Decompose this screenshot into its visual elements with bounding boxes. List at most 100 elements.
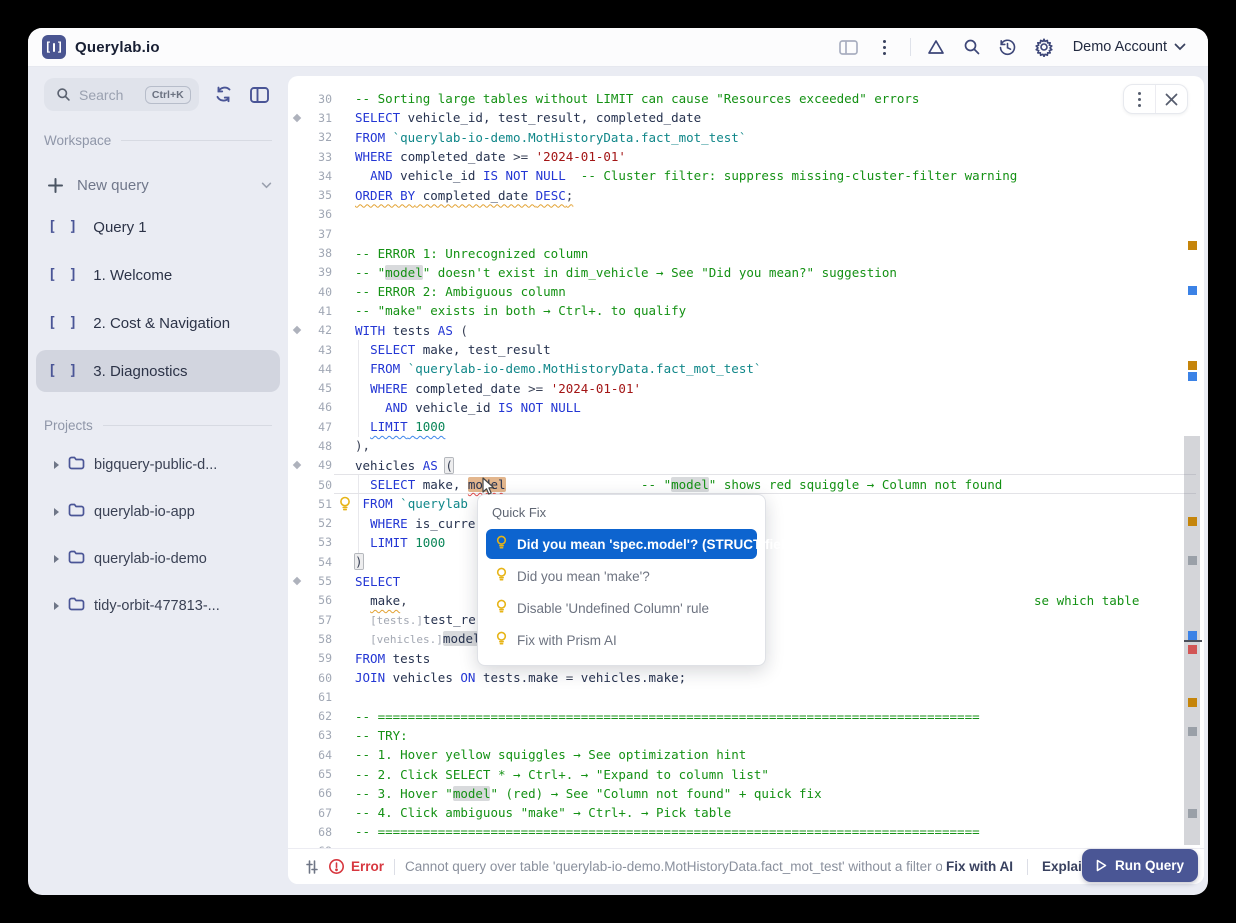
code-text: -- TRY: — [355, 728, 408, 743]
search-shortcut-badge: Ctrl+K — [145, 86, 191, 104]
ruler-mark-gr — [1188, 556, 1197, 565]
code-line[interactable]: 64-- 1. Hover yellow squiggles → See opt… — [288, 745, 1178, 764]
search-input[interactable]: Search Ctrl+K — [44, 78, 199, 111]
ruler-mark-or — [1188, 517, 1197, 526]
code-line[interactable]: 68 -- ===================================… — [288, 822, 1178, 841]
history-icon[interactable] — [993, 32, 1023, 62]
code-text: FROM `querylab-io-demo.MotHistoryData.fa… — [355, 361, 761, 376]
code-text: ORDER BY completed_date DESC; — [355, 188, 573, 203]
line-number: 68 — [306, 825, 332, 839]
code-line[interactable]: 62-- ===================================… — [288, 707, 1178, 726]
layout-panel-icon[interactable] — [834, 32, 864, 62]
line-number: 63 — [306, 728, 332, 742]
project-item[interactable]: querylab-io-app — [44, 488, 272, 535]
line-number: 66 — [306, 786, 332, 800]
code-text: make,se which table — [355, 593, 408, 608]
gutter-marker — [288, 462, 306, 468]
line-number: 30 — [306, 92, 332, 106]
sidebar-item-2-cost-navigation[interactable]: [ ]2. Cost & Navigation — [36, 302, 280, 344]
chevron-down-icon — [1174, 43, 1186, 51]
code-line[interactable]: 36 — [288, 205, 1178, 224]
project-item[interactable]: querylab-io-demo — [44, 535, 272, 582]
code-line[interactable]: 63 -- TRY: — [288, 726, 1178, 745]
quickfix-item[interactable]: Disable 'Undefined Column' rule — [486, 593, 757, 623]
code-line[interactable]: 67-- 4. Click ambiguous "make" → Ctrl+. … — [288, 803, 1178, 822]
code-line[interactable]: 37 — [288, 224, 1178, 243]
status-bar: Error Cannot query over table 'querylab-… — [288, 848, 1204, 884]
code-editor[interactable]: 30-- Sorting large tables without LIMIT … — [288, 89, 1178, 848]
kebab-menu-icon[interactable] — [870, 32, 900, 62]
code-line[interactable]: 33WHERE completed_date >= '2024-01-01' — [288, 147, 1178, 166]
code-line[interactable]: 46 AND vehicle_id IS NOT NULL — [288, 398, 1178, 417]
project-item[interactable]: tidy-orbit-477813-... — [44, 582, 272, 629]
line-number: 39 — [306, 265, 332, 279]
code-line[interactable]: 61 — [288, 687, 1178, 706]
code-line[interactable]: 48), — [288, 436, 1178, 455]
alerts-icon[interactable] — [921, 32, 951, 62]
project-item[interactable]: bigquery-public-d... — [44, 441, 272, 488]
code-text: WHERE completed_date >= '2024-01-01' — [355, 381, 641, 396]
quickfix-label: Did you mean 'make'? — [517, 569, 650, 584]
line-number: 59 — [306, 651, 332, 665]
caret-right-icon[interactable] — [54, 508, 59, 516]
code-line[interactable]: 35ORDER BY completed_date DESC; — [288, 185, 1178, 204]
refresh-icon[interactable] — [211, 82, 236, 108]
code-line[interactable]: 30-- Sorting large tables without LIMIT … — [288, 89, 1178, 108]
code-line[interactable]: 66-- 3. Hover "model" (red) → See "Colum… — [288, 784, 1178, 803]
code-line[interactable]: 31SELECT vehicle_id, test_result, comple… — [288, 108, 1178, 127]
code-line[interactable]: 44 FROM `querylab-io-demo.MotHistoryData… — [288, 359, 1178, 378]
sidebar-item-3-diagnostics[interactable]: [ ]3. Diagnostics — [36, 350, 280, 392]
fix-with-ai-button[interactable]: Fix with AI — [946, 859, 1013, 874]
quickfix-item[interactable]: Did you mean 'spec.model'? (STRUCT field… — [486, 529, 757, 559]
quickfix-title: Quick Fix — [478, 495, 765, 527]
query-settings-icon[interactable] — [304, 859, 320, 875]
code-text: SELECT — [355, 574, 400, 589]
code-text: -- ERROR 1: Unrecognized column — [355, 246, 588, 261]
code-line[interactable]: 32FROM `querylab-io-demo.MotHistoryData.… — [288, 128, 1178, 147]
code-line[interactable]: 42WITH tests AS ( — [288, 321, 1178, 340]
caret-right-icon[interactable] — [54, 602, 59, 610]
code-text: WITH tests AS ( — [355, 323, 468, 338]
search-icon[interactable] — [957, 32, 987, 62]
quickfix-item[interactable]: Did you mean 'make'? — [486, 561, 757, 591]
quickfix-label: Disable 'Undefined Column' rule — [517, 601, 709, 616]
run-query-button[interactable]: Run Query — [1082, 849, 1198, 882]
code-line[interactable]: 45 WHERE completed_date >= '2024-01-01' — [288, 378, 1178, 397]
line-number: 33 — [306, 150, 332, 164]
lightbulb-icon[interactable] — [338, 496, 352, 515]
gutter-marker — [288, 115, 306, 121]
error-label: Error — [351, 859, 384, 874]
change-diamond-icon — [293, 461, 301, 469]
caret-right-icon[interactable] — [54, 555, 59, 563]
account-dropdown[interactable]: Demo Account — [1065, 35, 1194, 59]
code-line[interactable]: 50 SELECT make, model -- "model" shows r… — [288, 475, 1178, 494]
folder-icon — [68, 550, 85, 568]
code-line[interactable]: 34 AND vehicle_id IS NOT NULL -- Cluster… — [288, 166, 1178, 185]
code-line[interactable]: 41-- "make" exists in both → Ctrl+. to q… — [288, 301, 1178, 320]
code-line[interactable]: 43 SELECT make, test_result — [288, 340, 1178, 359]
code-line[interactable]: 49vehicles AS ( — [288, 456, 1178, 475]
line-number: 60 — [306, 671, 332, 685]
quickfix-item[interactable]: Fix with Prism AI — [486, 625, 757, 655]
code-line[interactable]: 65-- 2. Click SELECT * → Ctrl+. → "Expan… — [288, 764, 1178, 783]
sidebar-item-1-welcome[interactable]: [ ]1. Welcome — [36, 254, 280, 296]
new-query-button[interactable]: New query — [48, 170, 272, 200]
quickfix-label: Fix with Prism AI — [517, 633, 617, 648]
sidebar-item-query-1[interactable]: [ ]Query 1 — [36, 206, 280, 248]
ruler-mark-bl — [1188, 372, 1197, 381]
sidebar-item-label: 2. Cost & Navigation — [93, 315, 230, 332]
settings-gear-icon[interactable] — [1029, 32, 1059, 62]
code-line[interactable]: 40-- ERROR 2: Ambiguous column — [288, 282, 1178, 301]
code-text: SELECT make, model -- "model" shows red … — [355, 477, 1002, 492]
code-text: -- =====================================… — [355, 824, 980, 839]
code-line[interactable]: 38-- ERROR 1: Unrecognized column — [288, 243, 1178, 262]
quickfix-label: Did you mean 'spec.model'? (STRUCT field… — [517, 537, 797, 552]
caret-right-icon[interactable] — [54, 461, 59, 469]
code-line[interactable]: 39-- "model" doesn't exist in dim_vehicl… — [288, 263, 1178, 282]
play-icon — [1096, 859, 1107, 872]
code-line[interactable]: 47 LIMIT 1000 — [288, 417, 1178, 436]
code-line[interactable]: 60JOIN vehicles ON tests.make = vehicles… — [288, 668, 1178, 687]
search-icon — [56, 87, 71, 102]
line-number: 45 — [306, 381, 332, 395]
toggle-sidebar-icon[interactable] — [247, 82, 272, 108]
